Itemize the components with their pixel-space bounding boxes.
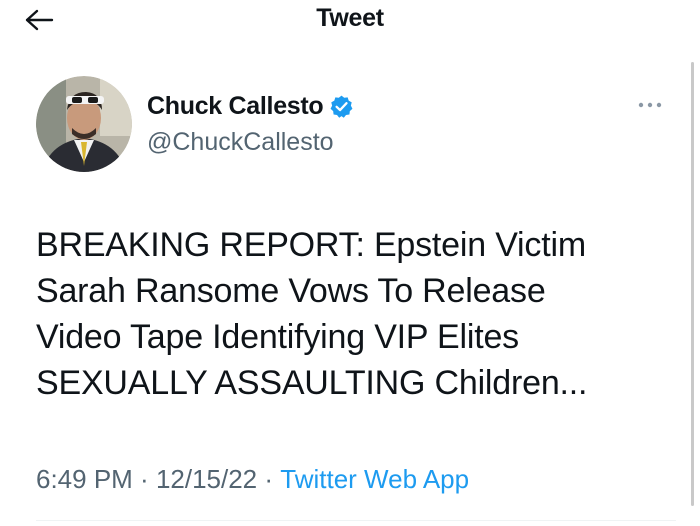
top-bar: Tweet	[0, 0, 700, 40]
page-title: Tweet	[316, 4, 384, 32]
more-options-button[interactable]	[636, 96, 664, 114]
verified-badge-icon	[330, 95, 353, 118]
tweet-metadata: 6:49 PM · 12/15/22 · Twitter Web App	[36, 464, 469, 495]
author-name-row: Chuck Callesto	[147, 92, 354, 121]
avatar-photo	[36, 76, 132, 172]
more-horizontal-icon	[638, 102, 662, 108]
author-handle[interactable]: @ChuckCallesto	[147, 128, 334, 157]
meta-separator: ·	[132, 464, 156, 494]
tweet-date[interactable]: 12/15/22	[156, 464, 257, 495]
tweet-source-link[interactable]: Twitter Web App	[280, 464, 469, 495]
meta-separator: ·	[257, 464, 281, 494]
tweet-text: BREAKING REPORT: Epstein Victim Sarah Ra…	[36, 226, 588, 402]
scrollbar[interactable]	[691, 62, 694, 506]
divider	[36, 520, 676, 521]
author-name[interactable]: Chuck Callesto	[147, 92, 324, 121]
avatar[interactable]	[36, 76, 132, 172]
tweet-time[interactable]: 6:49 PM	[36, 464, 133, 495]
